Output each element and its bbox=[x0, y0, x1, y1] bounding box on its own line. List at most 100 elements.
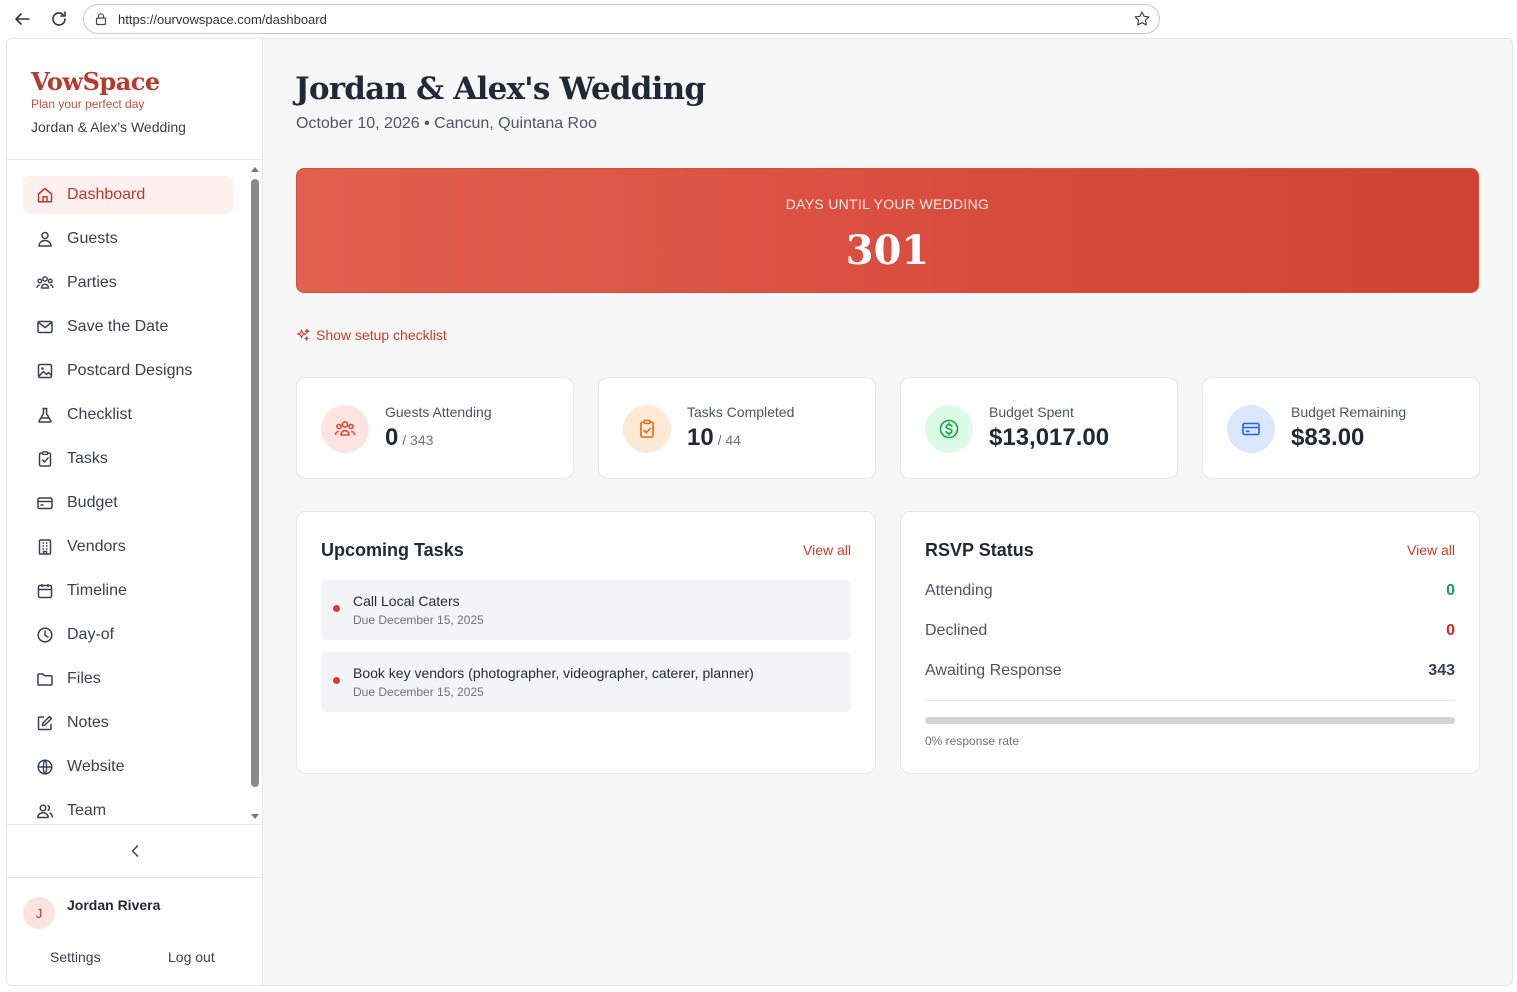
sidebar-item-label: Guests bbox=[67, 230, 118, 247]
stat-card-budget-spent[interactable]: Budget Spent $13,017.00 bbox=[900, 377, 1178, 479]
show-setup-checklist-link[interactable]: Show setup checklist bbox=[296, 327, 447, 343]
divider bbox=[7, 824, 263, 825]
sidebar-item-label: Postcard Designs bbox=[67, 362, 193, 379]
collapse-sidebar-button[interactable] bbox=[125, 841, 145, 861]
divider bbox=[925, 700, 1455, 701]
brand-logo[interactable]: VowSpace bbox=[31, 67, 186, 96]
user-profile[interactable]: J bbox=[23, 897, 55, 929]
rsvp-label: Declined bbox=[925, 622, 988, 639]
users-icon bbox=[35, 801, 55, 821]
bookmark-star-icon[interactable] bbox=[1133, 10, 1151, 28]
app-window: VowSpace Plan your perfect day Jordan & … bbox=[6, 38, 1513, 986]
dollar-circle-icon bbox=[925, 405, 973, 453]
building-icon bbox=[35, 537, 55, 557]
view-all-rsvp-link[interactable]: View all bbox=[1407, 542, 1455, 558]
sidebar-item-guests[interactable]: Guests bbox=[23, 220, 233, 258]
brand-tagline: Plan your perfect day bbox=[31, 97, 145, 111]
logout-link[interactable]: Log out bbox=[168, 949, 215, 965]
sidebar-item-vendors[interactable]: Vendors bbox=[23, 528, 233, 566]
credit-card-icon bbox=[1227, 405, 1275, 453]
settings-link[interactable]: Settings bbox=[50, 949, 101, 965]
rsvp-count: 0 bbox=[1446, 622, 1455, 639]
wedding-date-location: October 10, 2026 • Cancun, Quintana Roo bbox=[296, 115, 597, 132]
stat-card-budget-remaining[interactable]: Budget Remaining $83.00 bbox=[1202, 377, 1480, 479]
sidebar-item-day-of[interactable]: Day-of bbox=[23, 616, 233, 654]
sidebar-item-notes[interactable]: Notes bbox=[23, 704, 233, 742]
task-item[interactable]: Call Local Caters Due December 15, 2025 bbox=[321, 580, 851, 640]
sidebar-item-label: Parties bbox=[67, 274, 117, 291]
sidebar-item-label: Dashboard bbox=[67, 186, 146, 203]
sidebar-item-budget[interactable]: Budget bbox=[23, 484, 233, 522]
sidebar-item-label: Files bbox=[67, 670, 101, 687]
rsvp-count: 343 bbox=[1428, 662, 1455, 679]
stat-number: 0 bbox=[385, 424, 399, 451]
stat-label: Guests Attending bbox=[385, 404, 492, 420]
sidebar-item-label: Website bbox=[67, 758, 125, 775]
home-icon bbox=[35, 185, 55, 205]
stat-card-guests[interactable]: Guests Attending 0 / 343 bbox=[296, 377, 574, 479]
sidebar-item-label: Day-of bbox=[67, 626, 115, 643]
panel-title: Upcoming Tasks bbox=[321, 540, 464, 560]
rsvp-row-awaiting: Awaiting Response 343 bbox=[925, 662, 1455, 684]
priority-dot bbox=[333, 677, 340, 684]
stat-number: 10 bbox=[687, 424, 714, 451]
sidebar-item-label: Tasks bbox=[67, 450, 108, 467]
response-rate-label: 0% response rate bbox=[925, 734, 1020, 748]
brand-block: VowSpace Plan your perfect day Jordan & … bbox=[31, 67, 186, 135]
task-due-date: Due December 15, 2025 bbox=[353, 613, 484, 627]
sidebar-item-label: Notes bbox=[67, 714, 109, 731]
setup-link-label: Show setup checklist bbox=[316, 327, 447, 343]
flask-icon bbox=[35, 405, 55, 425]
panel-title: RSVP Status bbox=[925, 540, 1034, 560]
back-arrow-icon[interactable] bbox=[11, 8, 33, 30]
sidebar-item-parties[interactable]: Parties bbox=[23, 264, 233, 302]
rsvp-label: Attending bbox=[925, 582, 993, 599]
countdown-label: DAYS UNTIL YOUR WEDDING bbox=[785, 196, 990, 212]
stat-number: $83.00 bbox=[1291, 424, 1365, 451]
sidebar-item-checklist[interactable]: Checklist bbox=[23, 396, 233, 434]
site-info-icon[interactable] bbox=[94, 12, 108, 26]
sidebar-item-label: Checklist bbox=[67, 406, 132, 423]
rsvp-row-declined: Declined 0 bbox=[925, 622, 1455, 644]
page-title: Jordan & Alex's Wedding bbox=[295, 71, 706, 107]
user-icon bbox=[35, 229, 55, 249]
countdown-value: 301 bbox=[845, 227, 930, 274]
view-all-tasks-link[interactable]: View all bbox=[803, 542, 851, 558]
main-content: Jordan & Alex's Wedding October 10, 2026… bbox=[263, 39, 1512, 985]
sidebar-item-dashboard[interactable]: Dashboard bbox=[23, 176, 233, 214]
sidebar: VowSpace Plan your perfect day Jordan & … bbox=[7, 39, 263, 985]
address-bar[interactable]: https://ourvowspace.com/dashboard bbox=[83, 4, 1160, 34]
stat-label: Budget Remaining bbox=[1291, 404, 1407, 420]
group-icon bbox=[321, 405, 369, 453]
sidebar-item-save-the-date[interactable]: Save the Date bbox=[23, 308, 233, 346]
priority-dot bbox=[333, 605, 340, 612]
stat-value: $83.00 bbox=[1291, 424, 1364, 452]
divider bbox=[7, 877, 263, 878]
stat-card-tasks[interactable]: Tasks Completed 10 / 44 bbox=[598, 377, 876, 479]
sidebar-scrollbar[interactable] bbox=[249, 163, 261, 823]
sidebar-item-website[interactable]: Website bbox=[23, 748, 233, 786]
folder-icon bbox=[35, 669, 55, 689]
countdown-banner: DAYS UNTIL YOUR WEDDING 301 bbox=[296, 168, 1479, 293]
stat-number: $13,017.00 bbox=[989, 424, 1110, 451]
task-title: Call Local Caters bbox=[353, 593, 460, 609]
task-due-date: Due December 15, 2025 bbox=[353, 685, 484, 699]
rsvp-label: Awaiting Response bbox=[925, 662, 1062, 679]
mail-icon bbox=[35, 317, 55, 337]
task-item[interactable]: Book key vendors (photographer, videogra… bbox=[321, 652, 851, 712]
scroll-up-arrow-icon[interactable] bbox=[251, 167, 259, 172]
chevron-left-icon bbox=[131, 845, 139, 857]
rsvp-status-panel: RSVP Status View all Attending 0 Decline… bbox=[900, 511, 1480, 774]
stat-label: Budget Spent bbox=[989, 404, 1074, 420]
image-icon bbox=[35, 361, 55, 381]
scroll-down-arrow-icon[interactable] bbox=[251, 814, 259, 819]
sidebar-item-files[interactable]: Files bbox=[23, 660, 233, 698]
stat-label: Tasks Completed bbox=[687, 404, 795, 420]
sidebar-item-tasks[interactable]: Tasks bbox=[23, 440, 233, 478]
reload-icon[interactable] bbox=[48, 8, 70, 30]
avatar[interactable]: J bbox=[23, 897, 55, 929]
calendar-icon bbox=[35, 581, 55, 601]
sidebar-item-postcard-designs[interactable]: Postcard Designs bbox=[23, 352, 233, 390]
scroll-thumb[interactable] bbox=[251, 179, 259, 787]
sidebar-item-timeline[interactable]: Timeline bbox=[23, 572, 233, 610]
